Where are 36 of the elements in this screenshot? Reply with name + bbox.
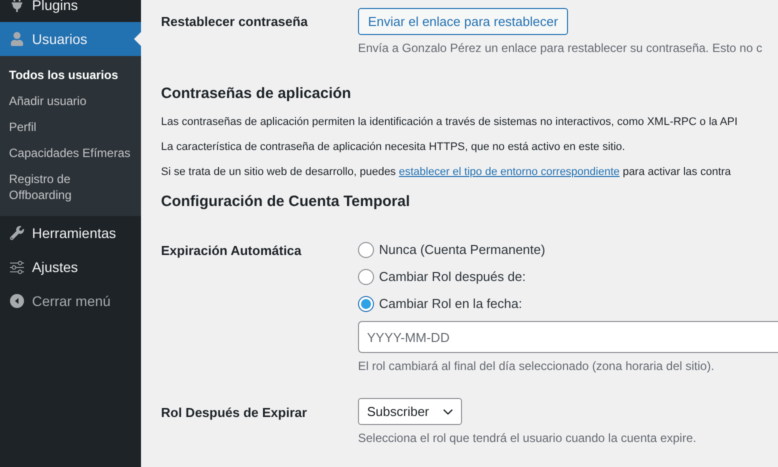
section-title: Configuración de Cuenta Temporal bbox=[161, 193, 411, 210]
submenu-item[interactable]: Capacidades Efímeras bbox=[0, 140, 141, 166]
menu-item[interactable]: Usuarios bbox=[0, 22, 141, 56]
submenu-item[interactable]: Registro de Offboarding bbox=[0, 166, 141, 208]
paragraph: Si se trata de un sitio web de desarrollo, puedes establecer el tipo de entorno correspondiente para activar las contra bbox=[161, 166, 732, 178]
field-description: Envía a Gonzalo Pérez un enlace para restablecer su contraseña. Esto no c bbox=[358, 41, 764, 55]
field-label: Restablecer contraseña bbox=[161, 13, 309, 29]
menu-item[interactable]: Herramientas bbox=[0, 216, 141, 250]
plug-icon bbox=[10, 0, 24, 12]
role-select[interactable]: Subscriber bbox=[358, 398, 462, 425]
radio-option[interactable]: Cambiar Rol después de: bbox=[358, 263, 778, 290]
user-icon bbox=[10, 32, 24, 46]
field-description: Selecciona el rol que tendrá el usuario cuando la cuenta expire. bbox=[358, 431, 698, 445]
menu-item[interactable]: Plugins bbox=[0, 0, 141, 22]
radio-icon[interactable] bbox=[358, 268, 374, 284]
paragraph: Las contraseñas de aplicación permiten la identificación a través de sistemas no interactivos, como XML-RPC o la API bbox=[161, 116, 739, 128]
submenu-item[interactable]: Añadir usuario bbox=[0, 88, 141, 114]
submenu-item[interactable]: Todos los usuarios bbox=[0, 62, 141, 88]
reset-link-button[interactable]: Enviar el enlace para restablecer bbox=[358, 8, 568, 35]
menu-item[interactable]: Cerrar menú bbox=[0, 284, 141, 318]
radio-icon[interactable] bbox=[358, 296, 374, 312]
wrench-icon bbox=[10, 226, 24, 240]
radio-option[interactable]: Cambiar Rol en la fecha: bbox=[358, 290, 778, 317]
submenu-item[interactable]: Perfil bbox=[0, 114, 141, 140]
field-description: El rol cambiará al final del día seleccionado (zona horaria del sitio). bbox=[358, 359, 716, 373]
paragraph: La característica de contraseña de aplicación necesita HTTPS, que no está activo en este sitio. bbox=[161, 141, 626, 153]
sliders-icon bbox=[10, 260, 24, 274]
collapse-icon bbox=[10, 294, 24, 308]
date-field[interactable]: YYYY-MM-DD bbox=[358, 321, 778, 353]
section-title: Contraseñas de aplicación bbox=[161, 85, 352, 102]
radio-option[interactable]: Nunca (Cuenta Permanente) bbox=[358, 236, 778, 263]
field-label: Rol Después de Expirar bbox=[161, 404, 308, 420]
radio-icon[interactable] bbox=[358, 242, 374, 258]
field-label: Expiración Automática bbox=[161, 242, 302, 258]
menu-item[interactable]: Ajustes bbox=[0, 250, 141, 284]
environment-link[interactable]: establecer el tipo de entorno correspondiente bbox=[398, 166, 620, 178]
